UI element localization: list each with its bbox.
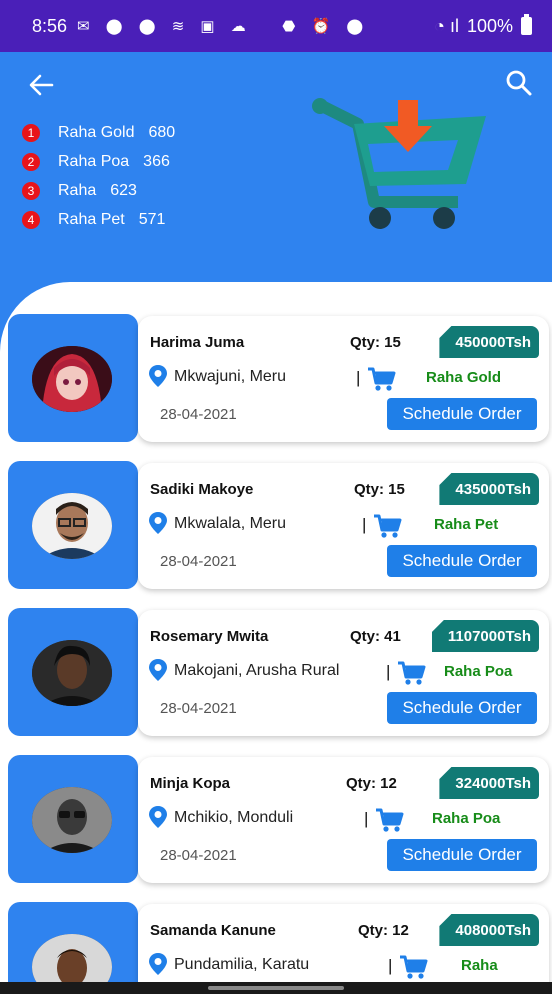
search-icon[interactable] — [504, 68, 534, 98]
product-name: Raha Poa — [444, 663, 513, 680]
signal-icon: ◔ ıl — [434, 15, 459, 36]
location-text: Pundamilia, Karatu — [174, 956, 310, 973]
order-date: 28-04-2021 — [160, 406, 237, 423]
order-card[interactable]: Sadiki Makoye Qty: 15 435000Tsh Mkwalala… — [8, 461, 549, 589]
summary-item: 1 Raha Gold 680 — [22, 118, 175, 147]
location-pin-icon — [149, 512, 167, 534]
separator: | — [386, 662, 391, 681]
avatar — [32, 787, 112, 853]
location-text: Mkwalala, Meru — [174, 515, 287, 532]
cart-icon[interactable] — [396, 660, 426, 686]
order-quantity: Qty: 15 — [350, 334, 401, 351]
summary-item: 2 Raha Poa 366 — [22, 147, 175, 176]
product-name: Raha — [461, 957, 498, 974]
rank-badge: 1 — [22, 123, 40, 142]
order-quantity: Qty: 12 — [346, 775, 397, 792]
summary-count: 366 — [143, 152, 170, 170]
summary-count: 680 — [148, 123, 176, 141]
separator: | — [364, 809, 369, 828]
separator: | — [388, 956, 393, 975]
card-body: Sadiki Makoye Qty: 15 435000Tsh Mkwalala… — [138, 463, 549, 589]
product-name: Raha Gold — [426, 369, 502, 386]
price-tag: 408000Tsh — [439, 914, 539, 946]
card-side-panel — [8, 461, 138, 589]
schedule-order-button[interactable]: Schedule Order — [387, 839, 537, 871]
card-body: Harima Juma Qty: 15 450000Tsh Mkwajuni, … — [138, 316, 549, 442]
order-date: 28-04-2021 — [160, 700, 237, 717]
card-side-panel — [8, 608, 138, 736]
cart-icon[interactable] — [372, 513, 402, 539]
price-tag: 324000Tsh — [439, 767, 539, 799]
separator: | — [356, 368, 361, 387]
avatar — [32, 640, 112, 706]
customer-name: Sadiki Makoye — [150, 481, 254, 498]
summary-item: 3 Raha 623 — [22, 176, 175, 205]
customer-name: Harima Juma — [150, 334, 245, 351]
price-tag: 1107000Tsh — [431, 620, 539, 652]
card-side-panel — [8, 314, 138, 442]
order-quantity: Qty: 15 — [354, 481, 405, 498]
separator: | — [362, 515, 367, 534]
card-body: Rosemary Mwita Qty: 41 1107000Tsh Makoja… — [138, 610, 549, 736]
location-pin-icon — [149, 365, 167, 387]
shopping-cart-illustration — [312, 98, 486, 229]
card-body: Minja Kopa Qty: 12 324000Tsh Mchikio, Mo… — [138, 757, 549, 883]
location-pin-icon — [149, 659, 167, 681]
order-quantity: Qty: 12 — [358, 922, 409, 939]
rank-badge: 2 — [22, 152, 40, 171]
summary-count: 623 — [110, 181, 137, 199]
battery-level: 100% — [466, 15, 513, 36]
product-summary: 1 Raha Gold 680 2 Raha Poa 366 3 Raha 62… — [22, 118, 175, 234]
location-text: Mchikio, Monduli — [174, 809, 294, 826]
order-date: 28-04-2021 — [160, 553, 237, 570]
location-text: Mkwajuni, Meru — [174, 368, 287, 385]
schedule-order-button[interactable]: Schedule Order — [387, 545, 537, 577]
location-pin-icon — [149, 953, 167, 975]
order-card[interactable]: Harima Juma Qty: 15 450000Tsh Mkwajuni, … — [8, 314, 549, 442]
rank-badge: 4 — [22, 210, 40, 229]
cart-icon[interactable] — [398, 954, 428, 980]
summary-product-name: Raha Pet — [58, 210, 125, 228]
order-card[interactable]: Samanda Kanune Qty: 12 408000Tsh Pundami… — [8, 902, 549, 994]
avatar — [32, 493, 112, 559]
product-name: Raha Poa — [432, 810, 501, 827]
status-bar: 8:56 ✉ ⬤ ⬤ ≋ ▣ ☁ ⬣ ⏰ ⬤ ◔ ıl 100% — [0, 0, 552, 52]
order-quantity: Qty: 41 — [350, 628, 401, 645]
location-pin-icon — [149, 806, 167, 828]
summary-item: 4 Raha Pet 571 — [22, 205, 175, 234]
card-side-panel — [8, 902, 138, 994]
status-time: 8:56 — [32, 15, 68, 36]
summary-product-name: Raha — [58, 181, 97, 199]
battery-icon — [521, 14, 532, 35]
rank-badge: 3 — [22, 181, 40, 200]
cart-icon[interactable] — [366, 366, 396, 392]
cart-icon[interactable] — [374, 807, 404, 833]
status-right: ◔ ıl 100% — [434, 14, 532, 37]
order-date: 28-04-2021 — [160, 847, 237, 864]
price-tag: 435000Tsh — [439, 473, 539, 505]
schedule-order-button[interactable]: Schedule Order — [387, 398, 537, 430]
notification-icons: ✉ ⬤ ⬤ ≋ ▣ ☁ ⬣ ⏰ ⬤ — [77, 18, 370, 35]
price-tag: 450000Tsh — [439, 326, 539, 358]
order-card[interactable]: Minja Kopa Qty: 12 324000Tsh Mchikio, Mo… — [8, 755, 549, 883]
customer-name: Rosemary Mwita — [150, 628, 269, 645]
location-text: Makojani, Arusha Rural — [174, 662, 340, 679]
customer-name: Minja Kopa — [150, 775, 231, 792]
summary-product-name: Raha Poa — [58, 152, 130, 170]
home-gesture-handle[interactable] — [208, 986, 344, 990]
card-side-panel — [8, 755, 138, 883]
summary-count: 571 — [138, 210, 166, 228]
customer-name: Samanda Kanune — [150, 922, 276, 939]
order-card[interactable]: Rosemary Mwita Qty: 41 1107000Tsh Makoja… — [8, 608, 549, 736]
card-body: Samanda Kanune Qty: 12 408000Tsh Pundami… — [138, 904, 549, 994]
avatar — [32, 346, 112, 412]
navigation-bar — [0, 982, 552, 994]
product-name: Raha Pet — [434, 516, 499, 533]
summary-product-name: Raha Gold — [58, 123, 135, 141]
back-arrow-icon[interactable] — [26, 70, 56, 100]
schedule-order-button[interactable]: Schedule Order — [387, 692, 537, 724]
